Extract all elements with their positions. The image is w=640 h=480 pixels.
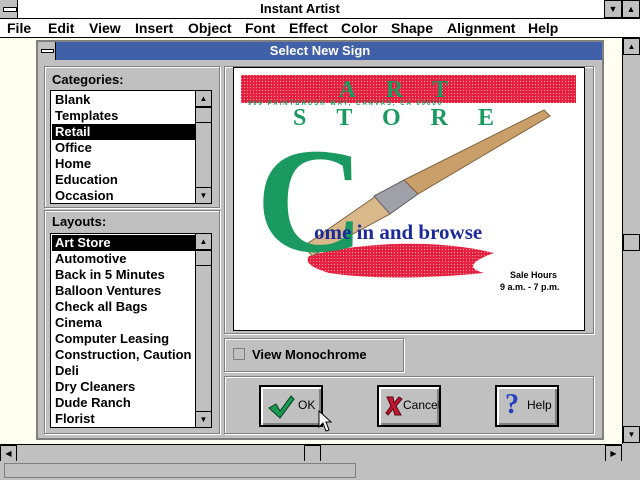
list-item[interactable]: Deli <box>52 363 196 379</box>
cancel-button[interactable]: Cancel <box>377 385 441 427</box>
scroll-down-icon[interactable]: ▼ <box>623 426 640 443</box>
hours-value: 9 a.m. - 7 p.m. <box>500 282 560 292</box>
list-item[interactable]: Dry Cleaners <box>52 379 196 395</box>
list-item[interactable]: Computer Leasing <box>52 331 196 347</box>
tagline: ome in and browse <box>314 220 483 244</box>
menu-object[interactable]: Object <box>188 20 232 36</box>
list-item[interactable]: Office <box>52 140 196 156</box>
help-label: Help <box>527 398 552 412</box>
ok-button[interactable]: OK <box>259 385 323 427</box>
list-item[interactable]: Construction, Caution <box>52 347 196 363</box>
app-title: Instant Artist <box>260 1 340 16</box>
menu-effect[interactable]: Effect <box>289 20 328 36</box>
scroll-down-icon[interactable]: ▼ <box>196 411 211 427</box>
dialog-title-bar: Select New Sign <box>38 42 602 60</box>
list-item[interactable]: Dude Ranch <box>52 395 196 411</box>
layouts-list[interactable]: Art Store Automotive Back in 5 Minutes B… <box>50 233 212 428</box>
scroll-thumb[interactable] <box>623 234 640 251</box>
menu-view[interactable]: View <box>89 20 121 36</box>
list-item[interactable]: Blank <box>52 92 196 108</box>
list-item[interactable]: Back in 5 Minutes <box>52 267 196 283</box>
categories-list[interactable]: Blank Templates Retail Office Home Educa… <box>50 90 212 204</box>
menu-edit[interactable]: Edit <box>48 20 74 36</box>
scroll-corner <box>622 444 640 461</box>
big-letter: C <box>256 118 365 284</box>
list-item[interactable]: Automotive <box>52 251 196 267</box>
categories-label: Categories: <box>52 72 124 87</box>
list-item[interactable]: Templates <box>52 108 196 124</box>
scroll-left-icon[interactable]: ◀ <box>0 445 17 462</box>
mouse-pointer-icon <box>318 410 332 432</box>
cancel-label: Cancel <box>403 398 441 412</box>
scroll-down-icon[interactable]: ▼ <box>196 187 211 203</box>
list-item[interactable]: Florist <box>52 411 196 427</box>
scroll-up-icon[interactable]: ▲ <box>623 38 640 55</box>
menu-bar: File Edit View Insert Object Font Effect… <box>0 19 640 38</box>
list-item[interactable]: Check all Bags <box>52 299 196 315</box>
scroll-right-icon[interactable]: ▶ <box>605 445 622 462</box>
menu-file[interactable]: File <box>7 20 31 36</box>
vertical-scrollbar[interactable]: ▲ ▼ <box>622 38 640 444</box>
help-button[interactable]: ? Help <box>495 385 559 427</box>
maximize-button[interactable]: ▲ <box>622 0 640 18</box>
list-item[interactable]: Education <box>52 172 196 188</box>
scroll-thumb[interactable] <box>196 250 211 266</box>
hscroll-thumb[interactable] <box>304 445 321 462</box>
menu-insert[interactable]: Insert <box>135 20 173 36</box>
scroll-thumb[interactable] <box>196 107 211 123</box>
layouts-scrollbar[interactable]: ▲ ▼ <box>195 234 211 427</box>
sign-preview: ART STORE 999 PAINTBRUSH WAY, CANVAS, CA… <box>233 67 585 331</box>
monochrome-checkbox[interactable] <box>233 348 245 360</box>
cancel-x-icon <box>385 396 403 416</box>
minimize-button[interactable]: ▼ <box>604 0 622 18</box>
horizontal-scrollbar[interactable]: ◀ ▶ <box>0 444 622 462</box>
monochrome-label[interactable]: View Monochrome <box>252 347 367 362</box>
banner-title: ART STORE <box>293 77 524 131</box>
menu-color[interactable]: Color <box>341 20 378 36</box>
menu-shape[interactable]: Shape <box>391 20 433 36</box>
hours-title: Sale Hours <box>510 270 558 280</box>
menu-font[interactable]: Font <box>245 20 275 36</box>
menu-help[interactable]: Help <box>528 20 558 36</box>
banner-address: 999 PAINTBRUSH WAY, CANVAS, CA 00000 <box>248 101 444 107</box>
list-item[interactable]: Home <box>52 156 196 172</box>
menu-alignment[interactable]: Alignment <box>447 20 515 36</box>
status-field <box>4 463 356 478</box>
list-item-selected[interactable]: Art Store <box>52 235 196 251</box>
list-item[interactable]: Occasion <box>52 188 196 203</box>
list-item[interactable]: Balloon Ventures <box>52 283 196 299</box>
checkmark-icon <box>268 395 295 419</box>
question-mark-icon: ? <box>505 389 519 420</box>
dialog-title: Select New Sign <box>269 43 371 58</box>
app-title-bar: Instant Artist ▼ ▲ <box>0 0 640 19</box>
list-item-selected[interactable]: Retail <box>52 124 196 140</box>
scroll-up-icon[interactable]: ▲ <box>196 91 211 107</box>
layouts-label: Layouts: <box>52 214 107 229</box>
categories-scrollbar[interactable]: ▲ ▼ <box>195 91 211 203</box>
ok-label: OK <box>298 398 316 412</box>
list-item[interactable]: Cinema <box>52 315 196 331</box>
scroll-up-icon[interactable]: ▲ <box>196 234 211 250</box>
